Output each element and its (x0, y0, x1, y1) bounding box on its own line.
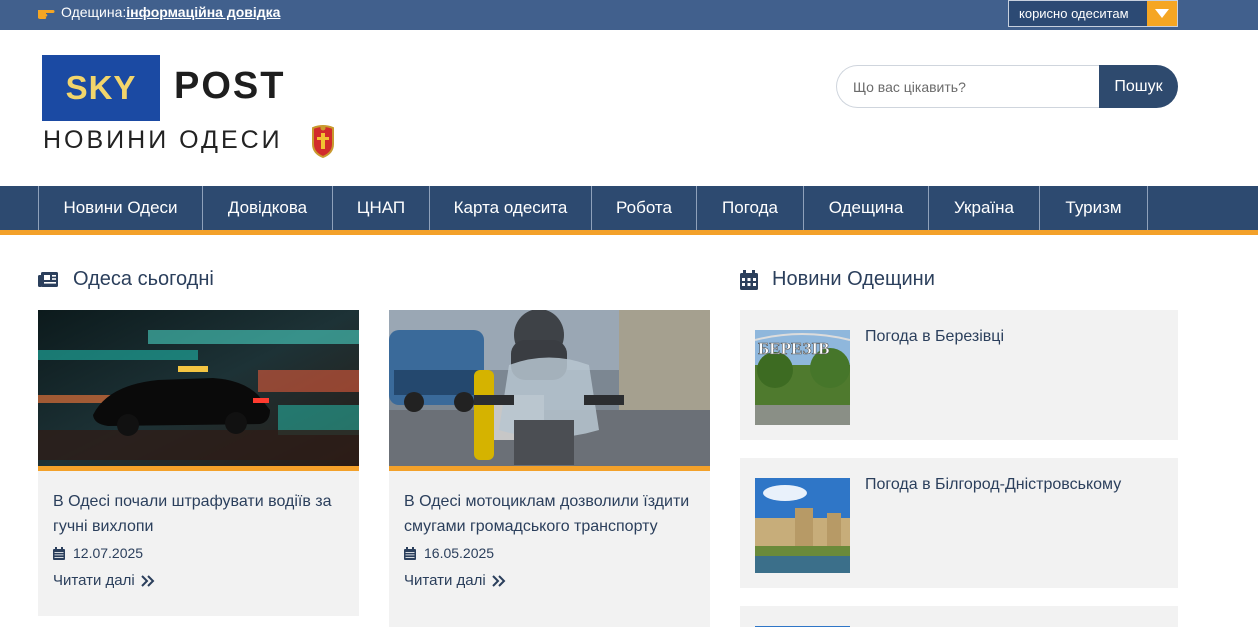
nav-item-ukraine[interactable]: Україна (929, 186, 1040, 230)
read-more-label: Читати далі (404, 572, 486, 589)
read-more-label: Читати далі (53, 572, 135, 589)
read-more-link[interactable]: Читати далі (53, 572, 344, 589)
useful-dropdown[interactable]: корисно одеситам (1008, 0, 1178, 27)
section-odesa-today: Одеса сьогодні (38, 268, 214, 291)
calendar-icon (53, 546, 65, 560)
logo-post: POST (174, 65, 286, 107)
article-card[interactable]: В Одесі почали штрафувати водіїв за гучн… (38, 310, 359, 616)
nav-item-directory[interactable]: Довідкова (203, 186, 333, 230)
article-image-night-car[interactable] (38, 310, 359, 471)
motorcycle-photo (389, 310, 710, 466)
odesa-coat-of-arms-icon (312, 125, 334, 158)
region-news-item[interactable]: Погода в Білгород-Дністровському (740, 458, 1178, 588)
region-news-title[interactable]: Погода в Березівці (865, 327, 1004, 347)
nav-item-weather[interactable]: Погода (697, 186, 804, 230)
main-nav: Новини Одеси Довідкова ЦНАП Карта одесит… (0, 186, 1258, 230)
calendar-icon (740, 269, 758, 290)
nav-item-cnap[interactable]: ЦНАП (333, 186, 430, 230)
article-date: 12.07.2025 (53, 545, 344, 561)
calendar-icon (404, 546, 416, 560)
read-more-link[interactable]: Читати далі (404, 572, 695, 589)
top-bar: Одещина: інформаційна довідка корисно оде… (0, 0, 1258, 30)
nav-item-odesa-news[interactable]: Новини Одеси (39, 186, 203, 230)
newspaper-icon (38, 271, 58, 287)
article-date: 16.05.2025 (404, 545, 695, 561)
article-title[interactable]: В Одесі почали штрафувати водіїв за гучн… (53, 489, 344, 539)
article-title[interactable]: В Одесі мотоциклам дозволили їздити смуг… (404, 489, 695, 539)
article-date-text: 12.07.2025 (73, 545, 144, 561)
logo-sky: SKY (42, 55, 160, 121)
search-button[interactable]: Пошук (1099, 65, 1178, 108)
nav-item-jobs[interactable]: Робота (592, 186, 697, 230)
logo-subtitle: НОВИНИ ОДЕСИ (43, 126, 283, 154)
nav-accent-line (0, 230, 1258, 235)
thumb-sign-text: БЕРЕЗІВ (758, 339, 829, 358)
chevron-down-icon[interactable] (1147, 1, 1177, 26)
article-image-motorcycle[interactable] (389, 310, 710, 471)
nav-item-tourism[interactable]: Туризм (1040, 186, 1148, 230)
region-news-item[interactable] (740, 606, 1178, 627)
section-region-news: Новини Одещини (740, 268, 935, 291)
thumb-berezivka[interactable]: БЕРЕЗІВ (755, 330, 850, 425)
pointing-hand-icon (38, 10, 55, 19)
night-car-photo (38, 310, 359, 466)
region-hint: Одещина: інформаційна довідка (37, 4, 280, 20)
article-date-text: 16.05.2025 (424, 545, 495, 561)
berezivka-photo: БЕРЕЗІВ (755, 330, 850, 425)
region-info-link[interactable]: інформаційна довідка (126, 4, 280, 20)
double-chevron-right-icon (140, 574, 155, 587)
double-chevron-right-icon (491, 574, 506, 587)
bilhorod-fortress-photo (755, 478, 850, 573)
region-label: Одещина: (61, 4, 127, 20)
section-heading: Новини Одещини (772, 268, 935, 290)
search-form: Пошук (836, 65, 1178, 108)
search-input[interactable] (836, 65, 1111, 108)
nav-item-odesa-region[interactable]: Одещина (804, 186, 929, 230)
region-news-title[interactable]: Погода в Білгород-Дністровському (865, 475, 1121, 495)
region-news-item[interactable]: БЕРЕЗІВ Погода в Березівці (740, 310, 1178, 440)
thumb-bilhorod[interactable] (755, 478, 850, 573)
article-card[interactable]: В Одесі мотоциклам дозволили їздити смуг… (389, 310, 710, 627)
section-heading: Одеса сьогодні (73, 268, 214, 290)
site-logo[interactable]: SKY POST НОВИНИ ОДЕСИ (40, 53, 340, 163)
nav-item-citizen-map[interactable]: Карта одесита (430, 186, 592, 230)
useful-dropdown-label: корисно одеситам (1019, 6, 1129, 21)
